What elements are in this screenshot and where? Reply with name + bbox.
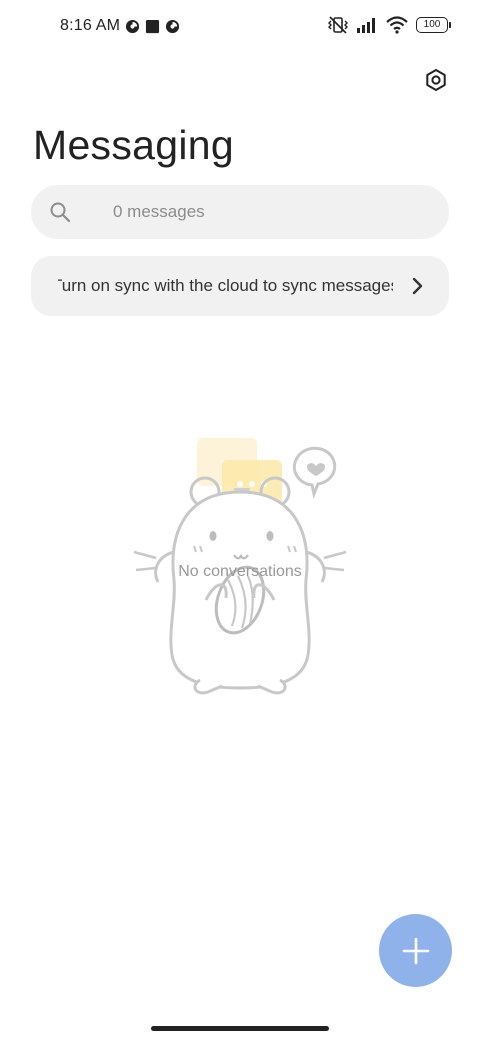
empty-state-message: No conversations [178,563,302,580]
plus-icon [402,937,429,964]
sync-banner-text: Turn on sync with the cloud to sync mess… [58,276,393,295]
vibrate-off-icon [328,16,348,34]
chevron-right-icon [412,277,423,295]
home-indicator[interactable] [151,1026,329,1031]
new-conversation-button[interactable] [379,914,452,987]
sync-banner[interactable]: Turn on sync with the cloud to sync mess… [31,256,449,316]
wifi-icon [386,16,408,34]
data-saver-icon [166,19,180,33]
data-saver-icon [126,19,140,33]
battery-icon: 100 [416,17,451,33]
settings-button[interactable] [420,64,452,96]
status-time: 8:16 AM [60,17,121,34]
square-notification-icon [146,19,160,33]
search-input[interactable]: 0 messages [113,185,433,239]
page-title: Messaging [33,122,234,168]
status-right: 100 [328,16,451,34]
search-bar[interactable]: 0 messages [31,185,449,239]
settings-hexagon-icon [426,69,446,91]
search-icon [50,202,71,223]
signal-icon [357,18,375,33]
status-left: 8:16 AM [60,17,180,35]
status-bar: 8:16 AM 100 [0,0,480,56]
